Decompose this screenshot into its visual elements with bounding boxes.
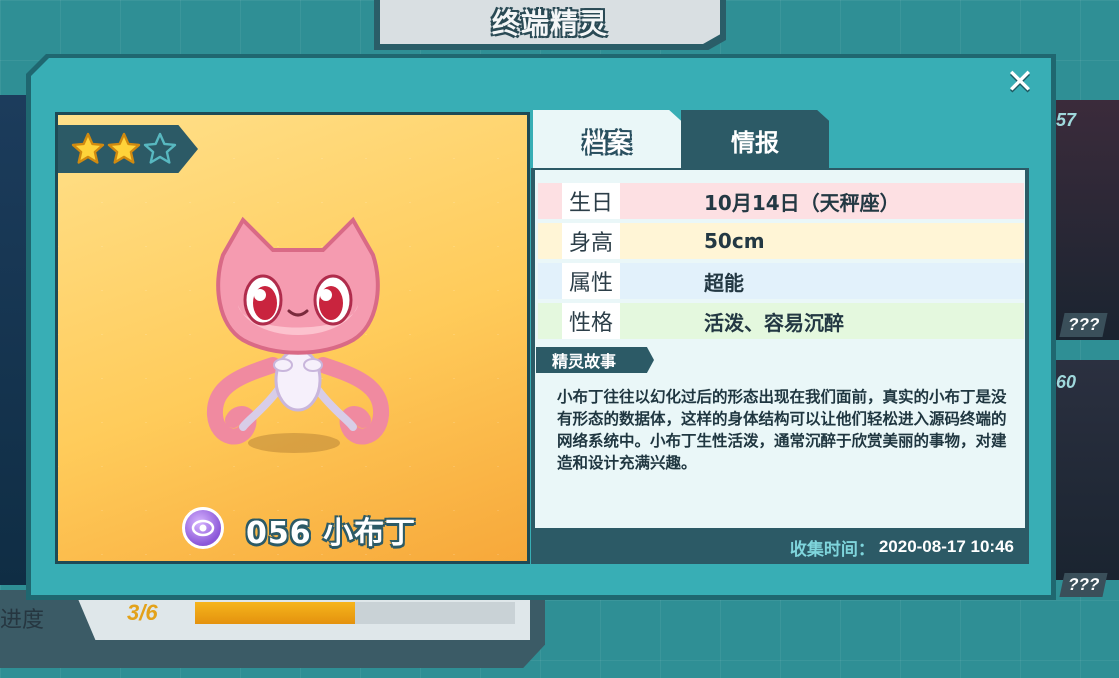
profile-row-attribute: 属性 超能: [538, 263, 1024, 299]
background-unknown-label: ???: [1059, 313, 1108, 337]
background-card-number: 57: [1056, 110, 1077, 130]
progress-label: 进度: [0, 608, 45, 633]
story-text: 小布丁往往以幻化过后的形态出现在我们面前，真实的小布丁是没有形态的数据体，这样的…: [557, 388, 1007, 472]
row-key: 生日: [562, 183, 620, 219]
collect-time-value: 2020-08-17 10:46: [878, 537, 1014, 556]
sprite-name: 056 小布丁: [246, 516, 417, 551]
collect-time-label: 收集时间：: [789, 539, 875, 560]
background-card-number: 60: [1056, 372, 1077, 392]
background-card-right-bottom: [1050, 360, 1119, 580]
row-stripe: [538, 263, 562, 299]
window-title: 终端精灵: [491, 7, 608, 40]
profile-row-personality: 性格 活泼、容易沉醉: [538, 303, 1024, 339]
star-rating: [58, 125, 198, 173]
title-tab: 终端精灵: [380, 0, 720, 44]
row-value: 活泼、容易沉醉: [620, 303, 1024, 339]
row-value: 50cm: [620, 223, 1024, 259]
story-header: 精灵故事: [536, 347, 654, 373]
background-unknown-label: ???: [1059, 573, 1108, 597]
progress-fill: [195, 602, 355, 624]
background-card-right-top: [1050, 100, 1119, 340]
progress-count: 3/6: [127, 600, 158, 625]
row-key: 性格: [562, 303, 620, 339]
row-key: 属性: [562, 263, 620, 299]
row-value: 10月14日（天秤座）: [620, 183, 1024, 219]
psychic-attribute-icon: [182, 507, 224, 549]
close-icon: ✕: [1005, 62, 1035, 102]
sprite-image: [207, 216, 389, 445]
tab-intel[interactable]: 情报: [681, 110, 829, 170]
progress-track: [195, 602, 515, 624]
tab-profile[interactable]: 档案: [533, 110, 681, 170]
row-stripe: [538, 183, 562, 219]
star-empty-icon: [143, 132, 177, 164]
star-filled-icon: [107, 132, 141, 164]
collect-time-bar: 收集时间： 2020-08-17 10:46: [730, 530, 1028, 564]
profile-row-birthday: 生日 10月14日（天秤座）: [538, 183, 1024, 219]
row-stripe: [538, 223, 562, 259]
row-key: 身高: [562, 223, 620, 259]
close-button[interactable]: ✕: [1000, 62, 1040, 102]
profile-row-height: 身高 50cm: [538, 223, 1024, 259]
info-tabs: 档案 情报: [533, 110, 833, 170]
row-value: 超能: [620, 263, 1024, 299]
row-stripe: [538, 303, 562, 339]
sprite-portrait-card: 056 小布丁: [55, 112, 530, 564]
star-filled-icon: [71, 132, 105, 164]
